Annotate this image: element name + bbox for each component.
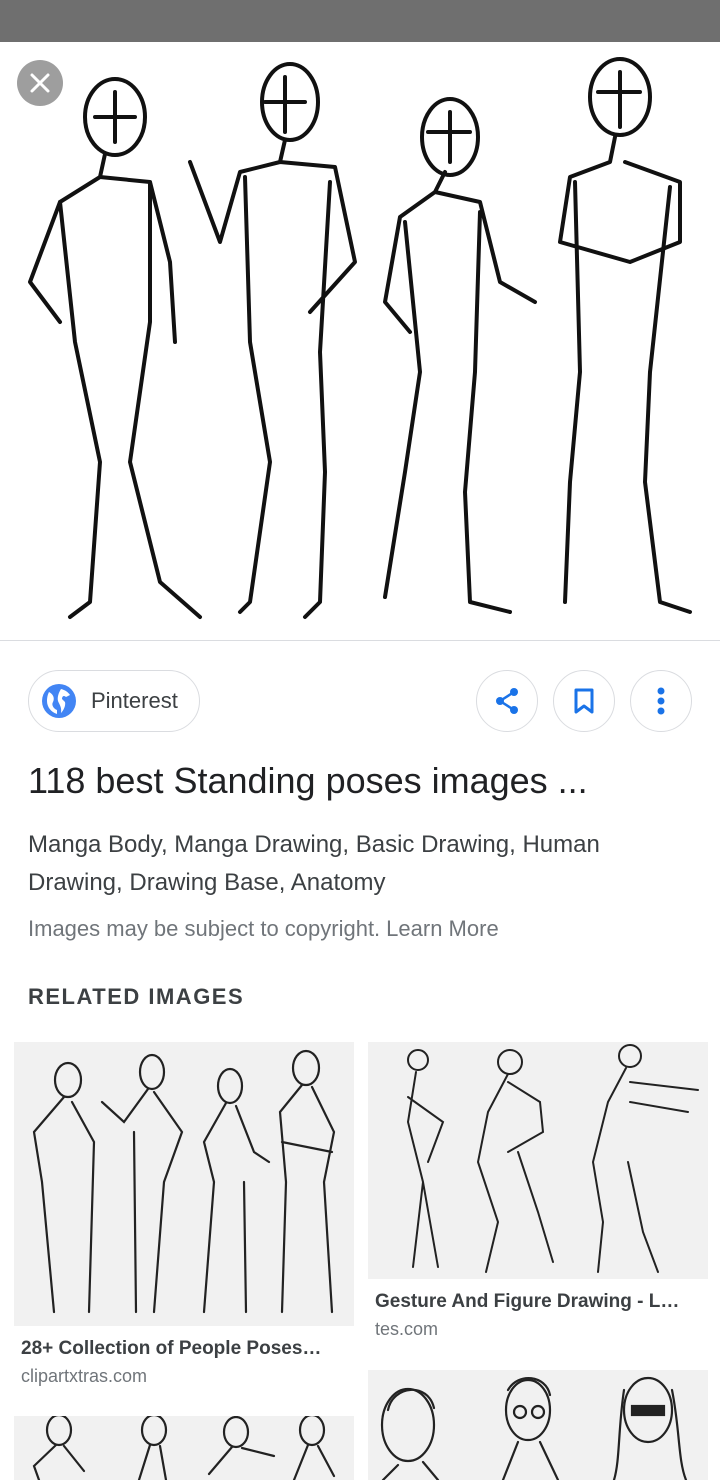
related-card-title: Gesture And Figure Drawing - L… (375, 1291, 680, 1312)
status-bar (0, 0, 720, 42)
related-card[interactable]: 28+ Collection of People Poses… clipartx… (14, 1042, 354, 1387)
related-card-title: 28+ Collection of People Poses… (21, 1338, 322, 1359)
related-thumbnail (14, 1416, 354, 1480)
figure-thumbnail-image (32, 1416, 336, 1480)
result-tags: Manga Body, Manga Drawing, Basic Drawing… (28, 831, 600, 896)
related-card[interactable]: Gesture And Figure Drawing - L… tes.com (368, 1042, 708, 1340)
save-button[interactable] (553, 670, 615, 732)
preview-image[interactable] (0, 42, 720, 641)
gesture-thumbnail-image (406, 1044, 699, 1273)
related-card-source: tes.com (375, 1319, 439, 1339)
related-card[interactable] (14, 1416, 354, 1480)
more-vert-icon (657, 687, 665, 715)
related-thumbnail (14, 1042, 354, 1326)
related-card-source: clipartxtras.com (21, 1366, 148, 1386)
related-thumbnail (368, 1042, 708, 1279)
more-options-button[interactable] (630, 670, 692, 732)
share-button[interactable] (476, 670, 538, 732)
related-thumbnail (368, 1370, 708, 1480)
related-images-heading: RELATED IMAGES (28, 984, 245, 1009)
share-icon (496, 688, 518, 714)
figure-thumbnail-image (32, 1049, 336, 1314)
source-label: Pinterest (91, 688, 178, 713)
cartoon-thumbnail-image (380, 1376, 688, 1480)
related-card[interactable] (368, 1370, 708, 1480)
source-chip[interactable]: Pinterest (28, 670, 200, 732)
result-title[interactable]: 118 best Standing poses images ... (28, 760, 588, 802)
close-icon (30, 73, 50, 93)
learn-more-link[interactable]: Learn More (386, 916, 499, 941)
copyright-notice: Images may be subject to copyright. Learn… (28, 916, 499, 942)
close-button[interactable] (17, 60, 63, 106)
copyright-text: Images may be subject to copyright. (28, 916, 381, 941)
figure-drawing-image (28, 57, 692, 619)
globe-icon (42, 684, 76, 718)
bookmark-icon (574, 688, 594, 714)
